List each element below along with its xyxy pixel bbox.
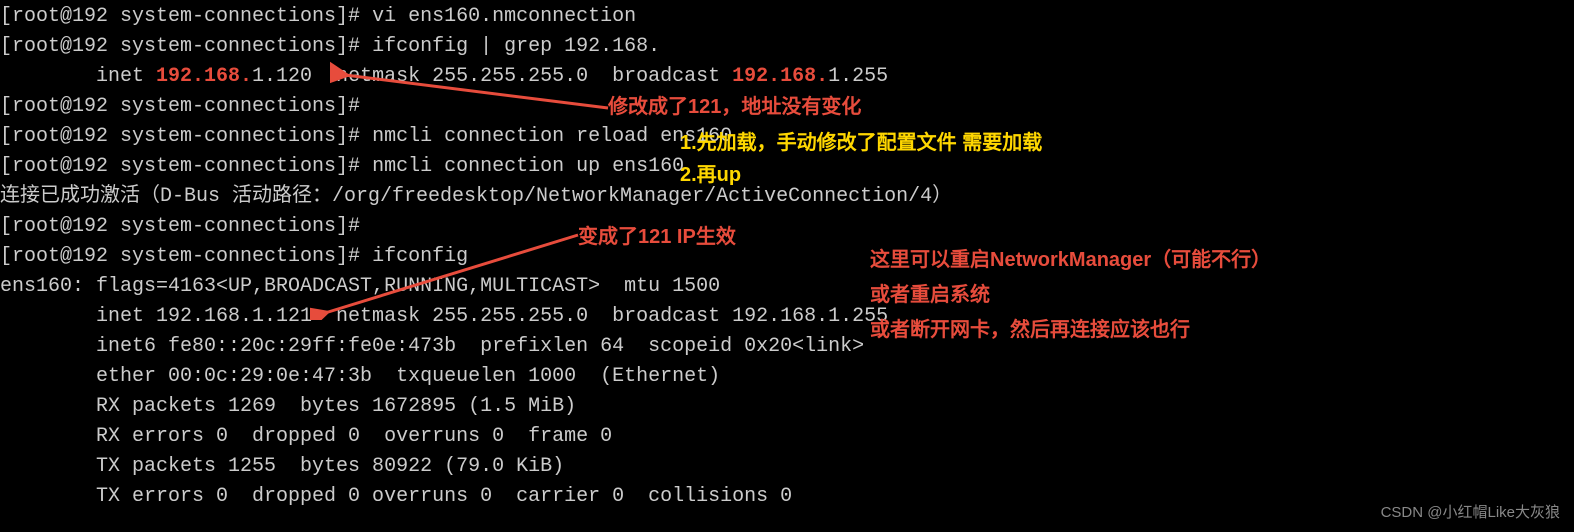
terminal-output: RX packets 1269 bytes 1672895 (1.5 MiB) (0, 392, 1574, 422)
watermark: CSDN @小红帽Like大灰狼 (1381, 502, 1560, 525)
terminal-line: [root@192 system-connections]# ifconfig … (0, 32, 1574, 62)
prompt: [root@192 system-connections]# (0, 155, 372, 178)
output-text: inet 192.168.1.121 netmask 255.255.255.0… (0, 305, 888, 328)
annotation-became-121: 变成了121 IP生效 (578, 222, 736, 252)
prompt: [root@192 system-connections]# (0, 95, 360, 118)
prompt: [root@192 system-connections]# (0, 215, 360, 238)
command: nmcli connection reload ens160 (372, 125, 732, 148)
annotation-modified-121: 修改成了121，地址没有变化 (608, 92, 861, 122)
terminal-output: TX errors 0 dropped 0 overruns 0 carrier… (0, 482, 1574, 512)
command: ifconfig (372, 245, 468, 268)
command: ifconfig | grep 192.168. (372, 35, 660, 58)
terminal-output: TX packets 1255 bytes 80922 (79.0 KiB) (0, 452, 1574, 482)
terminal-line: [root@192 system-connections]# vi ens160… (0, 2, 1574, 32)
prompt: [root@192 system-connections]# (0, 125, 372, 148)
prompt: [root@192 system-connections]# (0, 245, 372, 268)
output-text: RX errors 0 dropped 0 overruns 0 frame 0 (0, 425, 612, 448)
terminal-output: 连接已成功激活（D-Bus 活动路径：/org/freedesktop/Netw… (0, 182, 1574, 212)
output-text: 1.255 (828, 65, 888, 88)
terminal-output: inet 192.168.1.121 netmask 255.255.255.0… (0, 302, 1574, 332)
output-text: inet (0, 65, 156, 88)
output-text: ether 00:0c:29:0e:47:3b txqueuelen 1000 … (0, 365, 720, 388)
terminal-output: RX errors 0 dropped 0 overruns 0 frame 0 (0, 422, 1574, 452)
command: nmcli connection up ens160 (372, 155, 684, 178)
annotation-step2: 2.再up (680, 160, 741, 190)
output-text: 1.120 netmask 255.255.255.0 broadcast (252, 65, 732, 88)
output-text: ens160: flags=4163<UP,BROADCAST,RUNNING,… (0, 275, 720, 298)
annotation-step1: 1.先加载，手动修改了配置文件 需要加载 (680, 128, 1042, 158)
prompt: [root@192 system-connections]# (0, 35, 372, 58)
terminal-output: inet 192.168.1.120 netmask 255.255.255.0… (0, 62, 1574, 92)
highlighted-ip: 192.168. (732, 65, 828, 88)
output-text: RX packets 1269 bytes 1672895 (1.5 MiB) (0, 395, 576, 418)
output-text: inet6 fe80::20c:29ff:fe0e:473b prefixlen… (0, 335, 864, 358)
output-text: TX packets 1255 bytes 80922 (79.0 KiB) (0, 455, 564, 478)
terminal-output: ens160: flags=4163<UP,BROADCAST,RUNNING,… (0, 272, 1574, 302)
annotation-restart-nm: 这里可以重启NetworkManager（可能不行） (870, 245, 1271, 275)
output-text: 连接已成功激活（D-Bus 活动路径：/org/freedesktop/Netw… (0, 185, 952, 208)
terminal-output: inet6 fe80::20c:29ff:fe0e:473b prefixlen… (0, 332, 1574, 362)
terminal-output: ether 00:0c:29:0e:47:3b txqueuelen 1000 … (0, 362, 1574, 392)
command: vi ens160.nmconnection (372, 5, 636, 28)
terminal-line: [root@192 system-connections]# (0, 212, 1574, 242)
terminal-line: [root@192 system-connections]# ifconfig (0, 242, 1574, 272)
output-text: TX errors 0 dropped 0 overruns 0 carrier… (0, 485, 792, 508)
prompt: [root@192 system-connections]# (0, 5, 372, 28)
annotation-disconnect-nic: 或者断开网卡，然后再连接应该也行 (870, 315, 1190, 345)
highlighted-ip: 192.168. (156, 65, 252, 88)
annotation-restart-system: 或者重启系统 (870, 280, 990, 310)
